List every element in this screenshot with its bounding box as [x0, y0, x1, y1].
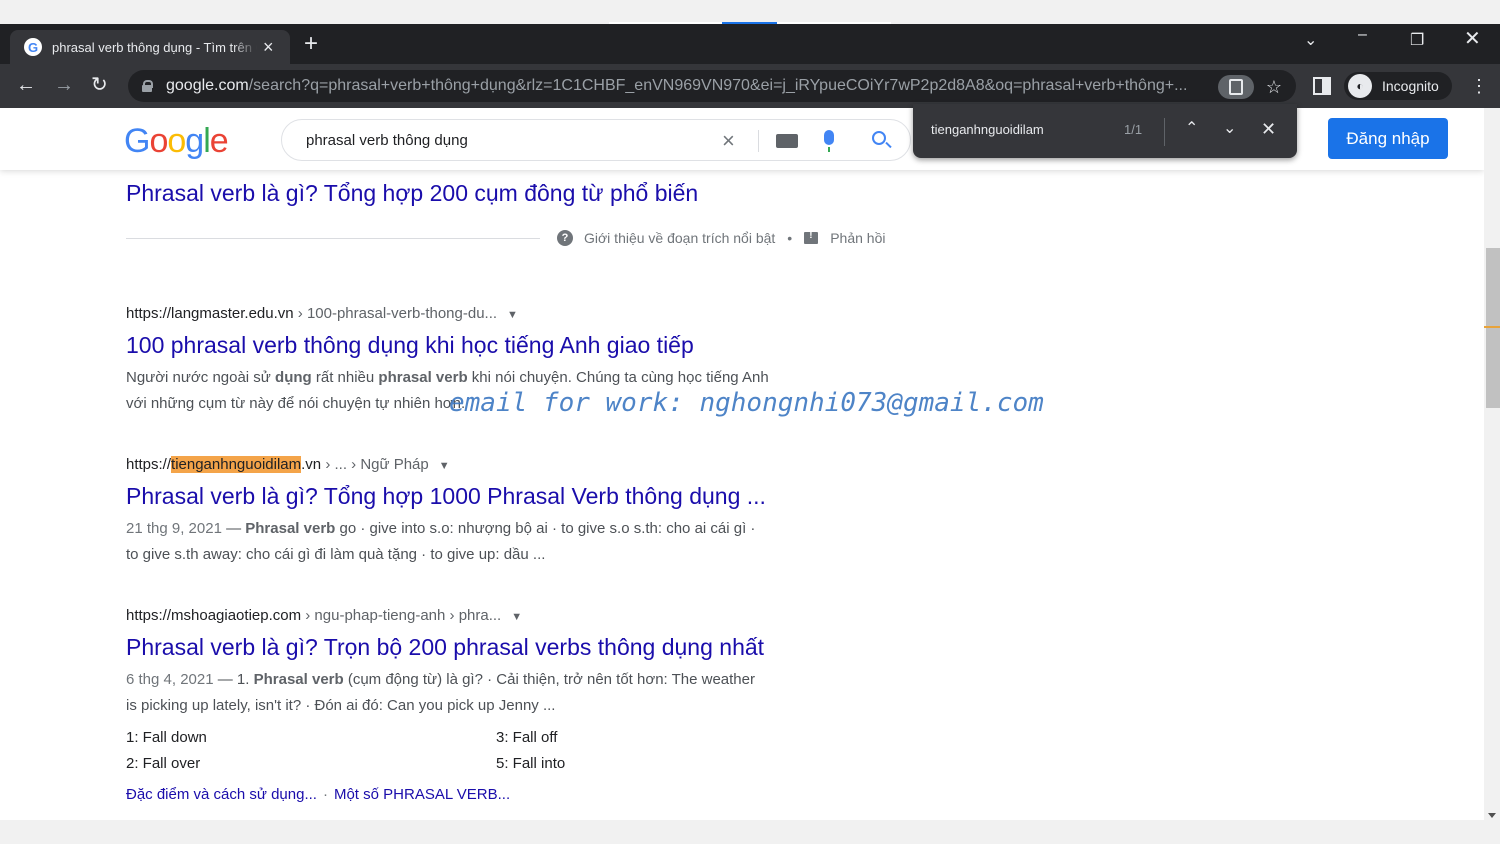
kebab-menu-icon[interactable]: ⋮: [1470, 74, 1488, 98]
search-input[interactable]: phrasal verb thông dụng: [306, 132, 706, 149]
reload-icon[interactable]: ↻: [91, 72, 108, 98]
incognito-label: Incognito: [1382, 78, 1439, 94]
google-logo[interactable]: Google: [124, 122, 229, 161]
question-icon[interactable]: ?: [557, 230, 573, 246]
window-close-icon[interactable]: ✕: [1464, 26, 1481, 51]
result-title-link[interactable]: Phrasal verb là gì? Trọn bộ 200 phrasal …: [126, 634, 764, 661]
find-input[interactable]: tienganhnguoidilam: [931, 122, 1044, 137]
incognito-icon: ◐: [1348, 74, 1372, 98]
page-content: Google phrasal verb thông dụng × Đăng nh…: [0, 108, 1484, 820]
search-divider: [758, 130, 759, 152]
browser-tab[interactable]: G phrasal verb thông dụng - Tìm trên Goo…: [10, 30, 290, 64]
divider: [126, 238, 540, 239]
address-bar[interactable]: google.com/search?q=phrasal+verb+thông+d…: [128, 70, 1296, 102]
find-match-marker: [1484, 326, 1500, 328]
list-item: 1: Fall down: [126, 729, 207, 746]
scrollbar-thumb[interactable]: [1486, 248, 1500, 408]
lock-icon[interactable]: [142, 80, 153, 92]
result-title-link[interactable]: Phrasal verb là gì? Tổng hợp 1000 Phrasa…: [126, 483, 766, 510]
mic-icon[interactable]: [824, 130, 834, 152]
list-item: 5: Fall into: [496, 755, 566, 772]
find-bar: tienganhnguoidilam 1/1 ⌃ ⌄ ✕: [913, 104, 1297, 158]
chevron-down-icon[interactable]: ⌄: [1223, 118, 1236, 140]
feedback-link[interactable]: Phản hồi: [830, 230, 885, 246]
result-url[interactable]: https://langmaster.edu.vn › 100-phrasal-…: [126, 305, 518, 322]
forward-icon[interactable]: →: [54, 72, 74, 98]
close-icon[interactable]: ✕: [1261, 118, 1276, 140]
find-divider: [1164, 118, 1165, 146]
scroll-down-arrow-icon[interactable]: [1488, 813, 1496, 818]
signin-button[interactable]: Đăng nhập: [1328, 118, 1448, 159]
result-url[interactable]: https://tienganhnguoidilam.vn › ... › Ng…: [126, 456, 450, 473]
about-featured-snippet-link[interactable]: Giới thiệu về đoạn trích nổi bật: [584, 230, 775, 246]
chevron-up-icon[interactable]: ⌃: [1185, 118, 1198, 140]
sublink[interactable]: Một số PHRASAL VERB...: [334, 786, 510, 803]
chevron-down-icon[interactable]: ▼: [507, 309, 518, 321]
google-favicon-icon: G: [24, 38, 42, 56]
result-title-link[interactable]: 100 phrasal verb thông dụng khi học tiến…: [126, 332, 694, 359]
tab-bar: G phrasal verb thông dụng - Tìm trên Goo…: [0, 24, 1500, 64]
star-icon[interactable]: ☆: [1256, 75, 1292, 99]
side-panel-icon[interactable]: [1313, 77, 1331, 95]
find-in-page-icon[interactable]: [1218, 75, 1254, 99]
list-item: 3: Fall off: [496, 729, 558, 746]
chevron-down-icon[interactable]: ▼: [511, 611, 522, 623]
search-icon[interactable]: [872, 131, 886, 145]
result-snippet: 6 thg 4, 2021 — 1. Phrasal verb (cụm độn…: [126, 671, 755, 714]
result-snippet: 21 thg 9, 2021 — Phrasal verb go · give …: [126, 520, 756, 563]
bottom-strip: [0, 820, 1500, 844]
close-icon[interactable]: ×: [263, 38, 274, 56]
chevron-down-icon[interactable]: ▼: [439, 460, 450, 472]
restore-icon[interactable]: ❐: [1410, 30, 1424, 50]
result-url[interactable]: https://mshoagiaotiep.com › ngu-phap-tie…: [126, 607, 522, 624]
find-match-count: 1/1: [1124, 122, 1143, 137]
feedback-icon[interactable]: [804, 230, 819, 244]
top-strip: [0, 0, 1500, 24]
minimize-icon[interactable]: –: [1358, 26, 1367, 44]
featured-snippet-footer: ? Giới thiệu về đoạn trích nổi bật • Phả…: [557, 230, 885, 246]
browser-toolbar: ← → ↻ google.com/search?q=phrasal+verb+t…: [0, 64, 1500, 108]
search-box[interactable]: phrasal verb thông dụng ×: [281, 119, 911, 161]
watermark-text: email for work: nghongnhi073@gmail.com: [449, 388, 1044, 418]
clear-icon[interactable]: ×: [722, 128, 735, 154]
find-highlight: tienganhnguoidilam: [171, 456, 302, 473]
sublink[interactable]: Đặc điểm và cách sử dụng...: [126, 786, 317, 803]
keyboard-icon[interactable]: [776, 134, 798, 148]
plus-icon[interactable]: +: [304, 30, 318, 58]
url-text[interactable]: google.com/search?q=phrasal+verb+thông+d…: [166, 77, 1210, 95]
featured-snippet-title-link[interactable]: Phrasal verb là gì? Tổng hợp 200 cụm đôn…: [126, 180, 698, 207]
tab-search-chevron-down-icon[interactable]: ⌄: [1304, 30, 1317, 50]
list-item: 2: Fall over: [126, 755, 201, 772]
back-icon[interactable]: ←: [16, 72, 36, 98]
result-sublinks: Đặc điểm và cách sử dụng... · Một số PHRAS…: [126, 786, 511, 803]
scrollbar[interactable]: [1484, 108, 1500, 820]
incognito-badge[interactable]: ◐ Incognito: [1344, 72, 1452, 100]
tab-title: phrasal verb thông dụng - Tìm trên Googl…: [52, 39, 257, 55]
separator-dot: •: [787, 230, 793, 246]
